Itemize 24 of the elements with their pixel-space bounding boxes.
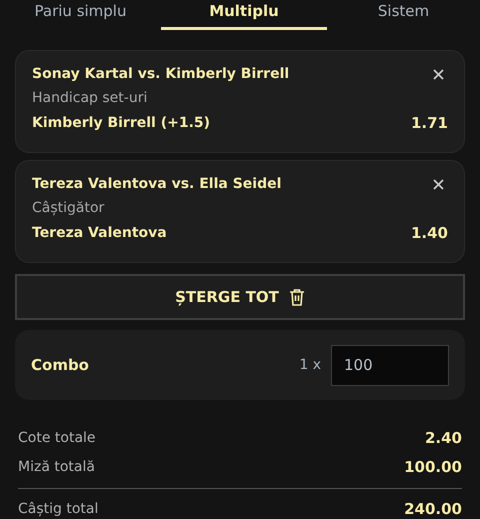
market-name: Handicap set-uri xyxy=(32,89,148,108)
tab[interactable]: Pariu simplu xyxy=(0,0,161,30)
odds-value: 1.40 xyxy=(410,223,448,244)
multiplier-text: 1 x xyxy=(299,356,321,374)
selection-name: Tereza Valentova xyxy=(32,224,167,243)
market-name: Câștigător xyxy=(32,199,104,218)
odds-value: 1.71 xyxy=(410,113,448,134)
close-icon[interactable] xyxy=(433,179,444,190)
combo-label: Combo xyxy=(31,354,89,376)
event-title: Tereza Valentova vs. Ella Seidel xyxy=(32,175,282,194)
close-icon[interactable] xyxy=(433,69,444,80)
event-title: Sonay Kartal vs. Kimberly Birrell xyxy=(32,65,290,84)
stake-input[interactable]: 100 xyxy=(331,344,449,386)
selection-name: Kimberly Birrell (+1.5) xyxy=(32,114,210,133)
total-label: Câștig total xyxy=(18,500,98,519)
total-value: 2.40 xyxy=(424,428,462,450)
total-value: 240.00 xyxy=(404,499,462,519)
clear-all-button[interactable]: ȘTERGE TOT xyxy=(15,274,465,320)
total-value: 100.00 xyxy=(404,457,462,478)
tab[interactable]: Multiplu xyxy=(161,0,327,30)
total-label: Miză totală xyxy=(18,458,95,477)
trash-icon xyxy=(288,288,305,306)
total-label: Cote totale xyxy=(18,429,96,448)
tab[interactable]: Sistem xyxy=(327,0,480,30)
